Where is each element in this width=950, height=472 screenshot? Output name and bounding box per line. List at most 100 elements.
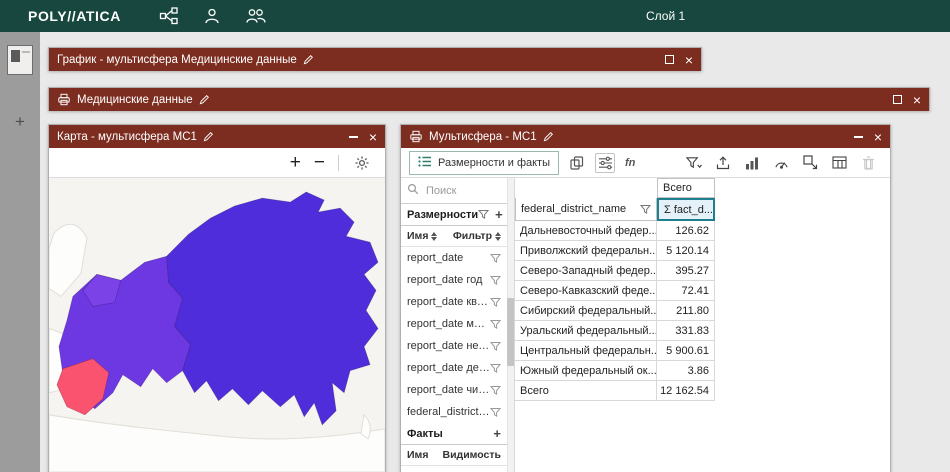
map-canvas[interactable] xyxy=(49,178,385,472)
facts-visibility-column-header: Видимость xyxy=(443,449,502,461)
table-row[interactable]: Центральный федеральн... 5 900.61 xyxy=(515,341,890,361)
table-row[interactable]: Приволжский федеральн... 5 120.14 xyxy=(515,241,890,261)
row-label: Уральский федеральный... xyxy=(515,321,657,341)
formula-fn-button[interactable]: fn xyxy=(623,153,637,173)
close-button[interactable]: × xyxy=(874,130,882,144)
close-button[interactable]: × xyxy=(913,93,921,107)
zoom-in-button[interactable]: + xyxy=(290,153,301,172)
row-value: 126.62 xyxy=(657,221,715,241)
dimension-item[interactable]: report_date месяц xyxy=(401,313,507,335)
window-multisphere-titlebar[interactable]: Мультисфера - МС1 × xyxy=(401,125,890,148)
russia-choropleth-map[interactable] xyxy=(49,178,385,472)
scrollbar-thumb[interactable] xyxy=(507,298,514,366)
panel-scrollbar[interactable] xyxy=(507,178,514,472)
table-row[interactable]: Южный федеральный ок... 3.86 xyxy=(515,361,890,381)
add-fact-button[interactable]: + xyxy=(493,427,501,440)
row-label: Дальневосточный федер... xyxy=(515,221,657,241)
row-label: Южный федеральный ок... xyxy=(515,361,657,381)
search-input[interactable] xyxy=(424,184,494,198)
minimize-button[interactable] xyxy=(854,136,863,138)
copy-to-layer-icon[interactable] xyxy=(800,153,820,173)
column-filter-icon[interactable] xyxy=(640,204,651,215)
multisphere-network-icon[interactable] xyxy=(159,7,179,25)
window-controls: × xyxy=(893,93,921,107)
dimensions-columns-header: Имя Фильтр xyxy=(401,226,507,247)
dimension-filter-icon[interactable] xyxy=(490,363,501,374)
dimension-item[interactable]: report_date квар... xyxy=(401,291,507,313)
minimize-button[interactable] xyxy=(349,136,358,138)
map-settings-gear-icon[interactable] xyxy=(352,153,372,173)
printer-icon[interactable] xyxy=(409,130,423,143)
table-row[interactable]: Сибирский федеральный... 211.80 xyxy=(515,301,890,321)
copy-icon[interactable] xyxy=(567,153,587,173)
dimension-name: report_date xyxy=(407,252,490,264)
dimension-column-header[interactable]: federal_district_name xyxy=(515,198,657,221)
maximize-button[interactable] xyxy=(893,95,902,104)
table-total-row[interactable]: Всего 12 162.54 xyxy=(515,381,890,401)
dimension-filter-icon[interactable] xyxy=(490,341,501,352)
bar-chart-icon[interactable] xyxy=(742,153,762,173)
layer-thumbnail-preview xyxy=(11,50,20,62)
table-row[interactable]: Северо-Кавказский феде... 72.41 xyxy=(515,281,890,301)
table-row[interactable]: Уральский федеральный... 331.83 xyxy=(515,321,890,341)
dimension-filter-icon[interactable] xyxy=(490,275,501,286)
dimension-item[interactable]: report_date год xyxy=(401,269,507,291)
row-value: 3.86 xyxy=(657,361,715,381)
window-chart-titlebar[interactable]: График - мультисфера Медицинские данные … xyxy=(49,48,701,71)
new-table-icon[interactable] xyxy=(829,153,849,173)
sort-filter-icon[interactable] xyxy=(495,232,501,241)
settings-sliders-icon[interactable] xyxy=(595,153,615,173)
table-row[interactable]: Северо-Западный федер... 395.27 xyxy=(515,261,890,281)
dimension-item[interactable]: federal_district_n... xyxy=(401,401,507,423)
edit-icon[interactable] xyxy=(199,94,210,105)
dimensions-facts-button[interactable]: Размерности и факты xyxy=(409,151,559,175)
dimension-filter-icon[interactable] xyxy=(490,319,501,330)
edit-icon[interactable] xyxy=(203,131,214,142)
dimension-filter-icon[interactable] xyxy=(490,407,501,418)
edit-icon[interactable] xyxy=(303,54,314,65)
layer-tab[interactable]: Слой 1 xyxy=(646,0,685,32)
zoom-out-button[interactable]: − xyxy=(314,153,325,172)
delete-icon[interactable] xyxy=(858,153,878,173)
fact-column-header[interactable]: Σ fact_d... xyxy=(657,198,715,221)
table-row[interactable]: Дальневосточный федер... 126.62 xyxy=(515,221,890,241)
window-medical-titlebar[interactable]: Медицинские данные × xyxy=(49,88,929,111)
layer-thumbnail-line xyxy=(22,51,30,53)
dimensions-filter-icon[interactable] xyxy=(478,209,489,220)
dimension-name: report_date число xyxy=(407,384,490,396)
filter-icon[interactable] xyxy=(684,153,704,173)
sort-name-icon[interactable] xyxy=(431,232,437,241)
dimension-item[interactable]: report_date ден... xyxy=(401,357,507,379)
window-medical-title: Медицинские данные xyxy=(77,94,193,106)
dimension-item[interactable]: report_date нед... xyxy=(401,335,507,357)
dimension-item[interactable]: report_date xyxy=(401,247,507,269)
dimension-item[interactable]: report_date число xyxy=(401,379,507,401)
topbar-icons xyxy=(159,7,267,25)
layer-thumbnail[interactable] xyxy=(7,45,33,75)
multisphere-toolbar: Размерности и факты fn xyxy=(401,148,890,178)
dimension-filter-icon[interactable] xyxy=(490,297,501,308)
gauge-icon[interactable] xyxy=(771,153,791,173)
window-map-titlebar[interactable]: Карта - мультисфера МС1 × xyxy=(49,125,385,148)
add-dimension-button[interactable]: + xyxy=(495,208,503,221)
total-row-value: 12 162.54 xyxy=(657,381,715,401)
add-layer-button[interactable]: + xyxy=(0,112,40,132)
facts-visibility-column-label: Видимость xyxy=(443,449,502,461)
edit-icon[interactable] xyxy=(543,131,554,142)
dimension-filter-icon[interactable] xyxy=(490,385,501,396)
user-icon[interactable] xyxy=(203,7,221,25)
users-icon[interactable] xyxy=(245,7,267,25)
multisphere-content: Размерности + Имя Фильтр xyxy=(401,178,890,472)
window-chart-title: График - мультисфера Медицинские данные xyxy=(57,54,297,66)
dimension-name: federal_district_n... xyxy=(407,406,490,418)
multisphere-toolbar-right xyxy=(684,153,882,173)
search-icon xyxy=(407,183,419,198)
dimension-filter-icon[interactable] xyxy=(490,253,501,264)
export-icon[interactable] xyxy=(713,153,733,173)
total-column-header[interactable]: Всего xyxy=(657,178,715,198)
close-button[interactable]: × xyxy=(369,130,377,144)
row-label: Северо-Западный федер... xyxy=(515,261,657,281)
printer-icon[interactable] xyxy=(57,93,71,106)
close-button[interactable]: × xyxy=(685,53,693,67)
maximize-button[interactable] xyxy=(665,55,674,64)
